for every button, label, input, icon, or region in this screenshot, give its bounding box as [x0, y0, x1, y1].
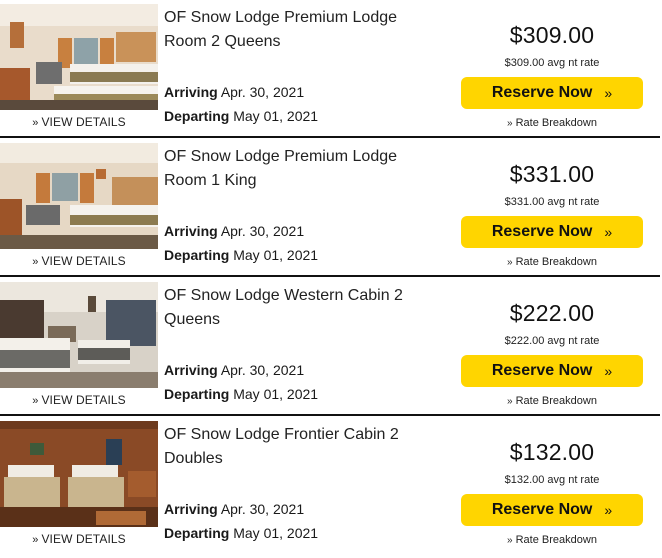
avg-nightly-rate: $222.00 avg nt rate	[504, 335, 600, 347]
reserve-now-button[interactable]: Reserve Now»	[461, 494, 643, 526]
rate-breakdown-link[interactable]: » Rate Breakdown	[454, 117, 650, 129]
double-chevron-right-icon: »	[32, 256, 39, 268]
arriving-label: Arriving	[164, 223, 218, 239]
room-info: OF Snow Lodge Western Cabin 2 Queens Arr…	[164, 284, 434, 412]
double-chevron-right-icon: »	[507, 118, 513, 129]
double-chevron-right-icon: »	[32, 534, 39, 546]
stay-dates: Arriving Apr. 30, 2021 Departing May 01,…	[164, 358, 318, 406]
arriving-date: Apr. 30, 2021	[220, 223, 305, 239]
departing-row: Departing May 01, 2021	[164, 243, 318, 267]
departing-label: Departing	[164, 525, 230, 541]
reserve-now-button[interactable]: Reserve Now»	[461, 77, 643, 109]
room-name: OF Snow Lodge Premium Lodge Room 1 King	[164, 148, 398, 189]
departing-date: May 01, 2021	[233, 525, 319, 541]
departing-label: Departing	[164, 386, 230, 402]
price-column: $132.00 $132.00 avg nt rate Reserve Now»…	[454, 417, 650, 555]
arriving-label: Arriving	[164, 501, 218, 517]
departing-date: May 01, 2021	[233, 386, 319, 402]
double-chevron-right-icon: »	[604, 502, 613, 518]
rate-breakdown-link[interactable]: » Rate Breakdown	[454, 256, 650, 268]
departing-date: May 01, 2021	[233, 108, 319, 124]
departing-row: Departing May 01, 2021	[164, 521, 318, 545]
room-photo-column: » VIEW DETAILS	[0, 143, 158, 268]
room-card: » VIEW DETAILS OF Snow Lodge Western Cabi…	[0, 278, 660, 416]
double-chevron-right-icon: »	[604, 85, 613, 101]
double-chevron-right-icon: »	[507, 396, 513, 407]
room-price: $132.00	[509, 439, 595, 465]
double-chevron-right-icon: »	[604, 224, 613, 240]
room-info: OF Snow Lodge Premium Lodge Room 1 King …	[164, 145, 434, 273]
room-price: $331.00	[509, 161, 595, 187]
arriving-row: Arriving Apr. 30, 2021	[164, 80, 318, 104]
rate-breakdown-link[interactable]: » Rate Breakdown	[454, 534, 650, 546]
reserve-now-button[interactable]: Reserve Now»	[461, 216, 643, 248]
room-photo[interactable]	[0, 421, 158, 527]
view-details-link[interactable]: » VIEW DETAILS	[0, 532, 158, 546]
room-name: OF Snow Lodge Premium Lodge Room 2 Queen…	[164, 9, 398, 50]
room-price: $309.00	[509, 22, 595, 48]
room-photo[interactable]	[0, 143, 158, 249]
arriving-row: Arriving Apr. 30, 2021	[164, 497, 318, 521]
stay-dates: Arriving Apr. 30, 2021 Departing May 01,…	[164, 497, 318, 545]
room-photo-column: » VIEW DETAILS	[0, 4, 158, 129]
room-info: OF Snow Lodge Frontier Cabin 2 Doubles A…	[164, 423, 434, 551]
room-photo[interactable]	[0, 4, 158, 110]
room-card: » VIEW DETAILS OF Snow Lodge Frontier Cab…	[0, 417, 660, 558]
double-chevron-right-icon: »	[32, 395, 39, 407]
double-chevron-right-icon: »	[507, 257, 513, 268]
price-column: $222.00 $222.00 avg nt rate Reserve Now»…	[454, 278, 650, 416]
room-photo[interactable]	[0, 282, 158, 388]
arriving-label: Arriving	[164, 362, 218, 378]
arriving-date: Apr. 30, 2021	[220, 84, 305, 100]
avg-nightly-rate: $331.00 avg nt rate	[504, 196, 600, 208]
view-details-link[interactable]: » VIEW DETAILS	[0, 254, 158, 268]
arriving-date: Apr. 30, 2021	[220, 362, 305, 378]
room-info: OF Snow Lodge Premium Lodge Room 2 Queen…	[164, 6, 434, 134]
rate-breakdown-link[interactable]: » Rate Breakdown	[454, 395, 650, 407]
room-card: » VIEW DETAILS OF Snow Lodge Premium Lodg…	[0, 139, 660, 277]
departing-row: Departing May 01, 2021	[164, 382, 318, 406]
reserve-now-button[interactable]: Reserve Now»	[461, 355, 643, 387]
arriving-label: Arriving	[164, 84, 218, 100]
departing-label: Departing	[164, 108, 230, 124]
room-photo-column: » VIEW DETAILS	[0, 282, 158, 407]
arriving-row: Arriving Apr. 30, 2021	[164, 219, 318, 243]
arriving-date: Apr. 30, 2021	[220, 501, 305, 517]
stay-dates: Arriving Apr. 30, 2021 Departing May 01,…	[164, 80, 318, 128]
arriving-row: Arriving Apr. 30, 2021	[164, 358, 318, 382]
double-chevron-right-icon: »	[32, 117, 39, 129]
room-name: OF Snow Lodge Frontier Cabin 2 Doubles	[164, 426, 399, 467]
room-price: $222.00	[509, 300, 595, 326]
room-results-list: » VIEW DETAILS OF Snow Lodge Premium Lodg…	[0, 0, 662, 558]
departing-label: Departing	[164, 247, 230, 263]
view-details-link[interactable]: » VIEW DETAILS	[0, 393, 158, 407]
avg-nightly-rate: $309.00 avg nt rate	[504, 57, 600, 69]
price-column: $331.00 $331.00 avg nt rate Reserve Now»…	[454, 139, 650, 277]
avg-nightly-rate: $132.00 avg nt rate	[504, 474, 600, 486]
departing-row: Departing May 01, 2021	[164, 104, 318, 128]
double-chevron-right-icon: »	[604, 363, 613, 379]
departing-date: May 01, 2021	[233, 247, 319, 263]
view-details-link[interactable]: » VIEW DETAILS	[0, 115, 158, 129]
room-card: » VIEW DETAILS OF Snow Lodge Premium Lodg…	[0, 0, 660, 138]
price-column: $309.00 $309.00 avg nt rate Reserve Now»…	[454, 0, 650, 138]
double-chevron-right-icon: »	[507, 535, 513, 546]
room-photo-column: » VIEW DETAILS	[0, 421, 158, 546]
room-name: OF Snow Lodge Western Cabin 2 Queens	[164, 287, 403, 328]
stay-dates: Arriving Apr. 30, 2021 Departing May 01,…	[164, 219, 318, 267]
